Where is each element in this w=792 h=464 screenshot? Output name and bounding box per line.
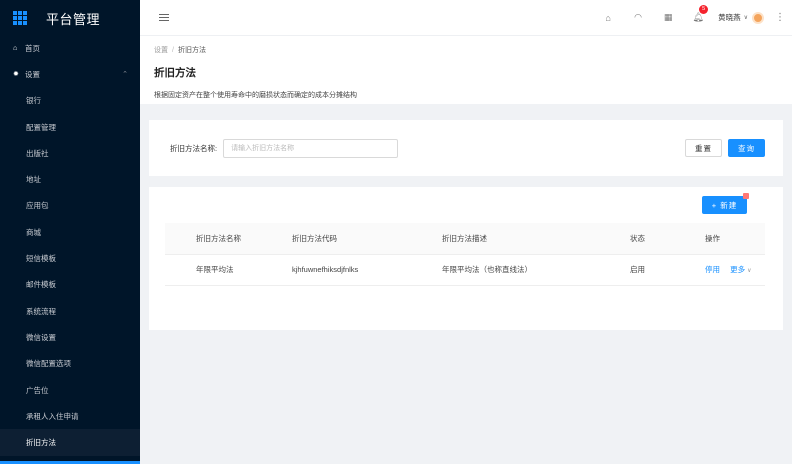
reset-button[interactable]: 重置	[685, 139, 722, 157]
add-button[interactable]: + 新建	[702, 193, 749, 214]
bell-icon[interactable]: 🔔︎ 5	[683, 5, 713, 23]
column-header: 折旧方法名称	[165, 223, 292, 255]
app-title: 平台管理	[46, 11, 101, 27]
breadcrumb: 设置 / 折旧方法	[154, 47, 206, 54]
breadcrumb-current: 折旧方法	[177, 47, 206, 54]
menu-item-bank[interactable]: 银行	[0, 88, 140, 114]
home-icon[interactable]: ⌂	[593, 13, 623, 23]
menu-item-sms-template[interactable]: 短信模板	[0, 245, 140, 271]
chevron-down-icon: ∨	[747, 268, 752, 274]
column-header: 折旧方法描述	[442, 223, 630, 255]
menu-item-ad-slot[interactable]: 广告位	[0, 377, 140, 403]
menu-label-settings: 设置	[25, 69, 40, 79]
table-row: 年限平均法 kjhfuwnefhiksdjfnlks 年限平均法（也称直线法） …	[165, 254, 765, 286]
sidebar: 平台管理 ⌂ 首页 ✹ 设置 ⌃ 银行 配置管理 出版社 地址 应用包 商城 短…	[0, 0, 140, 464]
menu-item-mall[interactable]: 商城	[0, 219, 140, 245]
menu-item-wechat-settings[interactable]: 微信设置	[0, 324, 140, 350]
cell-code: kjhfuwnefhiksdjfnlks	[292, 254, 442, 286]
breadcrumb-parent[interactable]: 设置	[154, 47, 168, 54]
menu-item-wechat-options[interactable]: 微信配置选项	[0, 351, 140, 377]
menu-item-app-package[interactable]: 应用包	[0, 193, 140, 219]
app-grid-icon	[13, 11, 27, 25]
top-header: ⌂ ◠ ▦ 🔔︎ 5 黄晓燕 ∨ ⋮	[140, 0, 792, 36]
chevron-up-icon: ⌃	[122, 71, 128, 79]
cell-actions: 停用 更多 ∨	[705, 254, 765, 286]
column-header: 操作	[705, 223, 765, 255]
column-header: 状态	[630, 223, 705, 255]
notification-badge: 5	[699, 5, 709, 14]
menu-item-tenant-application[interactable]: 承租人入住申请	[0, 403, 140, 429]
search-panel: 折旧方法名称: 重置 查询	[149, 120, 783, 176]
new-dot-icon	[743, 193, 749, 199]
table-panel: + 新建 折旧方法名称 折旧方法代码 折旧方法描述 状态 操作 年限平均法 kj…	[149, 187, 783, 330]
home-icon: ⌂	[13, 44, 18, 52]
user-name: 黄晓燕	[718, 13, 741, 22]
menu-item-config[interactable]: 配置管理	[0, 114, 140, 140]
query-button[interactable]: 查询	[728, 139, 765, 157]
chevron-down-icon: ∨	[743, 15, 748, 21]
column-header: 折旧方法代码	[292, 223, 442, 255]
add-button-label: + 新建	[711, 200, 738, 210]
headset-icon[interactable]: ◠	[623, 12, 653, 23]
cell-name: 年限平均法	[165, 254, 292, 286]
page-header: 设置 / 折旧方法 折旧方法 根据固定资产在整个使用寿命中的磨损状态而确定的成本分摊…	[140, 36, 792, 104]
menu-item-address[interactable]: 地址	[0, 166, 140, 192]
cell-description: 年限平均法（也称直线法）	[442, 254, 630, 286]
cell-status: 启用	[630, 254, 705, 286]
page-title: 折旧方法	[154, 67, 196, 79]
gear-icon: ✹	[13, 71, 19, 79]
menu-label-home: 首页	[25, 43, 40, 53]
data-table: 折旧方法名称 折旧方法代码 折旧方法描述 状态 操作 年限平均法 kjhfuwn…	[165, 223, 765, 286]
table-header-row: 折旧方法名称 折旧方法代码 折旧方法描述 状态 操作	[165, 223, 765, 255]
more-vertical-icon[interactable]: ⋮	[768, 12, 792, 23]
menu-item-system-flow[interactable]: 系统流程	[0, 298, 140, 324]
search-input[interactable]	[223, 138, 399, 158]
more-actions-label: 更多	[730, 265, 746, 274]
grid-icon[interactable]: ▦	[653, 12, 683, 23]
search-label: 折旧方法名称:	[170, 143, 218, 153]
avatar[interactable]	[752, 11, 764, 24]
menu-item-email-template[interactable]: 邮件模板	[0, 272, 140, 298]
menu-item-settings[interactable]: ✹ 设置 ⌃	[0, 61, 140, 87]
menu-item-depreciation[interactable]: 折旧方法	[0, 429, 140, 456]
more-actions-link[interactable]: 更多 ∨	[730, 265, 751, 274]
disable-link[interactable]: 停用	[705, 265, 720, 274]
menu-item-publisher[interactable]: 出版社	[0, 140, 140, 166]
menu-toggle-icon[interactable]	[159, 14, 169, 21]
page-description: 根据固定资产在整个使用寿命中的磨损状态而确定的成本分摊结构	[154, 92, 357, 99]
logo[interactable]: 平台管理	[0, 0, 140, 36]
menu-item-home[interactable]: ⌂ 首页	[0, 35, 140, 61]
user-menu[interactable]: 黄晓燕 ∨	[718, 11, 764, 24]
